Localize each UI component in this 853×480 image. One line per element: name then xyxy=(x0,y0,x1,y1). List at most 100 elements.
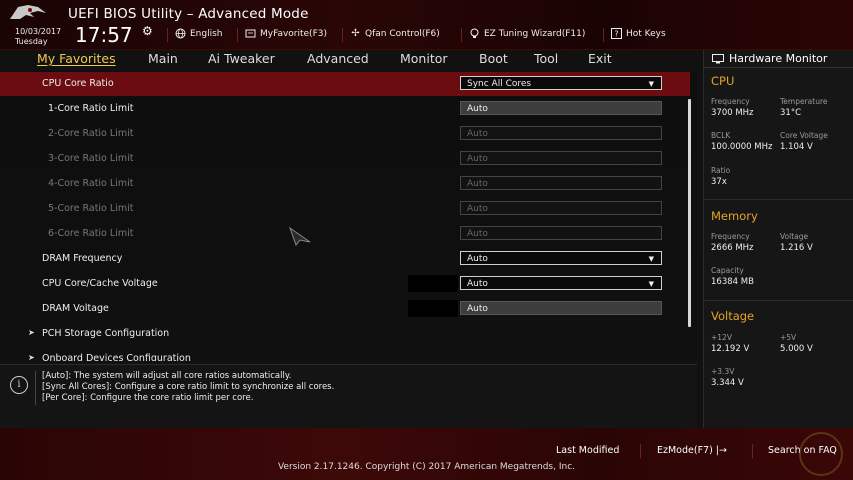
my-favorite-label: MyFavorite(F3) xyxy=(260,28,327,39)
mouse-cursor-icon xyxy=(289,226,311,246)
hardware-monitor-header: Hardware Monitor xyxy=(712,52,827,65)
field-value: Auto xyxy=(467,179,488,189)
capacity-label: Capacity xyxy=(711,266,744,275)
clock-settings-icon[interactable]: ⚙ xyxy=(142,24,153,38)
settings-panel: CPU Core Ratio Sync All Cores ▼ 1-Core R… xyxy=(0,71,697,361)
4-core-ratio-input: Auto xyxy=(460,176,662,190)
cpu-temperature-label: Temperature xyxy=(780,97,828,106)
bclk-value: 100.0000 MHz xyxy=(711,142,773,152)
v33-label: +3.3V xyxy=(711,367,735,376)
setting-label: 5-Core Ratio Limit xyxy=(48,203,134,214)
setting-row-cpu-core-cache-voltage[interactable]: CPU Core/Cache Voltage Auto ▼ xyxy=(0,272,690,296)
setting-row-cpu-core-ratio[interactable]: CPU Core Ratio Sync All Cores ▼ xyxy=(0,72,690,96)
dram-frequency-select[interactable]: Auto ▼ xyxy=(460,251,662,265)
my-favorite-button[interactable]: MyFavorite(F3) xyxy=(245,28,327,39)
chevron-right-icon: ➤ xyxy=(28,353,35,361)
date-display: 10/03/2017 Tuesday xyxy=(15,27,61,47)
info-icon: i xyxy=(10,376,28,394)
ezmode-button[interactable]: EzMode(F7) |→ xyxy=(657,445,727,456)
cpu-core-ratio-select[interactable]: Sync All Cores ▼ xyxy=(460,76,662,90)
ez-tuning-wizard-label: EZ Tuning Wizard(F11) xyxy=(484,28,586,39)
setting-label: Onboard Devices Configuration xyxy=(42,353,191,361)
setting-label: CPU Core/Cache Voltage xyxy=(42,278,158,289)
cpu-core-cache-voltage-select[interactable]: Auto ▼ xyxy=(460,276,662,290)
footer-bar: Last Modified EzMode(F7) |→ Search on FA… xyxy=(0,428,853,480)
bulb-icon xyxy=(470,28,479,38)
setting-row-3-core-ratio: 3-Core Ratio Limit Auto xyxy=(0,147,690,171)
tab-boot[interactable]: Boot xyxy=(479,51,508,66)
setting-row-5-core-ratio: 5-Core Ratio Limit Auto xyxy=(0,197,690,221)
setting-row-1-core-ratio[interactable]: 1-Core Ratio Limit Auto xyxy=(0,97,690,121)
divider xyxy=(704,199,853,200)
tab-advanced[interactable]: Advanced xyxy=(307,51,369,66)
header-separator xyxy=(603,28,604,42)
tab-tool[interactable]: Tool xyxy=(534,51,558,66)
setting-label: CPU Core Ratio xyxy=(42,78,114,89)
ez-tuning-wizard-button[interactable]: EZ Tuning Wizard(F11) xyxy=(469,28,585,39)
fan-icon: ✢ xyxy=(351,28,360,39)
header-separator xyxy=(167,28,168,42)
v12-value: 12.192 V xyxy=(711,344,750,354)
setting-label: 4-Core Ratio Limit xyxy=(48,178,134,189)
setting-row-onboard-devices[interactable]: ➤ Onboard Devices Configuration xyxy=(0,347,690,361)
qfan-control-label: Qfan Control(F6) xyxy=(365,28,440,39)
help-line: [Auto]: The system will adjust all core … xyxy=(42,371,292,381)
ratio-value: 37x xyxy=(711,177,727,187)
footer-separator xyxy=(640,444,641,458)
header-separator xyxy=(342,28,343,42)
setting-row-dram-voltage[interactable]: DRAM Voltage Auto xyxy=(0,297,690,321)
favorite-icon xyxy=(245,29,256,38)
field-value: Auto xyxy=(467,104,488,114)
tab-monitor[interactable]: Monitor xyxy=(400,51,448,66)
globe-icon xyxy=(175,28,186,39)
setting-label: DRAM Voltage xyxy=(42,303,109,314)
footer-separator xyxy=(752,444,753,458)
svg-text:?: ? xyxy=(614,30,618,39)
hot-keys-button[interactable]: ? Hot Keys xyxy=(611,28,666,39)
window-title: UEFI BIOS Utility – Advanced Mode xyxy=(68,6,309,22)
tab-my-favorites[interactable]: My Favorites xyxy=(37,51,116,66)
hot-keys-label: Hot Keys xyxy=(626,28,666,39)
select-value: Sync All Cores xyxy=(467,79,532,89)
core-voltage-label: Core Voltage xyxy=(780,131,828,140)
setting-label: DRAM Frequency xyxy=(42,253,123,264)
ezmode-label: EzMode(F7) xyxy=(657,445,713,456)
tab-exit[interactable]: Exit xyxy=(588,51,612,66)
help-line: [Per Core]: Configure the core ratio lim… xyxy=(42,393,254,403)
language-button[interactable]: English xyxy=(175,28,223,39)
help-text: [Auto]: The system will adjust all core … xyxy=(42,371,334,404)
v33-value: 3.344 V xyxy=(711,378,744,388)
qfan-control-button[interactable]: ✢ Qfan Control(F6) xyxy=(350,28,440,39)
tab-ai-tweaker[interactable]: Ai Tweaker xyxy=(208,51,275,66)
monitor-icon xyxy=(712,53,724,63)
copyright-text: Version 2.17.1246. Copyright (C) 2017 Am… xyxy=(277,462,576,472)
memory-voltage-value: 1.216 V xyxy=(780,243,813,253)
clock-time[interactable]: 17:57 xyxy=(75,23,133,47)
memory-frequency-label: Frequency xyxy=(711,232,750,241)
setting-row-4-core-ratio: 4-Core Ratio Limit Auto xyxy=(0,172,690,196)
main-nav: My Favorites Main Ai Tweaker Advanced Mo… xyxy=(0,50,697,70)
setting-row-dram-frequency[interactable]: DRAM Frequency Auto ▼ xyxy=(0,247,690,271)
dram-voltage-input[interactable]: Auto xyxy=(460,301,662,315)
last-modified-button[interactable]: Last Modified xyxy=(556,445,619,456)
language-label: English xyxy=(190,28,223,39)
1-core-ratio-input[interactable]: Auto xyxy=(460,101,662,115)
watermark-logo xyxy=(799,432,843,476)
memory-frequency-value: 2666 MHz xyxy=(711,243,754,253)
tab-main[interactable]: Main xyxy=(148,51,178,66)
field-value: Auto xyxy=(467,154,488,164)
voltage-readout-box xyxy=(408,300,458,317)
cpu-frequency-label: Frequency xyxy=(711,97,750,106)
memory-section-title: Memory xyxy=(711,209,758,223)
v5-value: 5.000 V xyxy=(780,344,813,354)
settings-scrollbar[interactable] xyxy=(688,99,691,327)
voltage-readout-box xyxy=(408,275,458,292)
setting-label: 3-Core Ratio Limit xyxy=(48,153,134,164)
hardware-monitor-title: Hardware Monitor xyxy=(729,52,828,65)
help-icon: ? xyxy=(611,28,622,39)
chevron-right-icon: ➤ xyxy=(28,328,35,337)
setting-row-pch-storage[interactable]: ➤ PCH Storage Configuration xyxy=(0,322,690,346)
help-line: [Sync All Cores]: Configure a core ratio… xyxy=(42,382,335,392)
3-core-ratio-input: Auto xyxy=(460,151,662,165)
select-value: Auto xyxy=(467,279,488,289)
